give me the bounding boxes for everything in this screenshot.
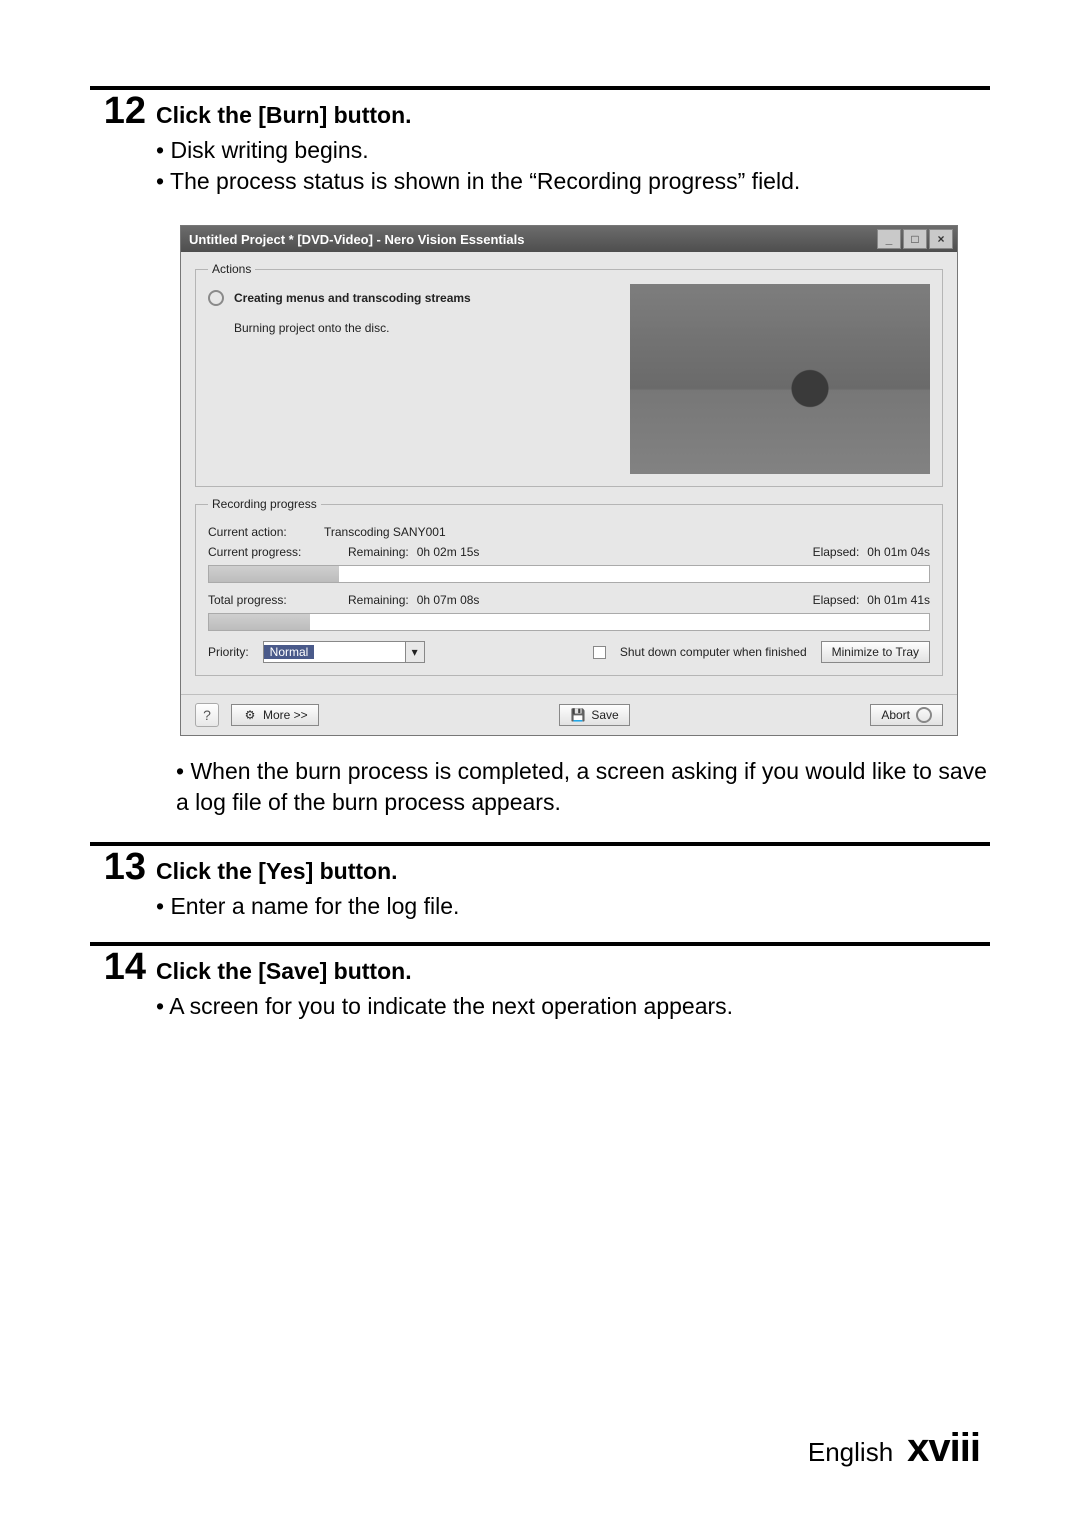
abort-button[interactable]: Abort (870, 704, 943, 726)
bullet: A screen for you to indicate the next op… (156, 991, 990, 1022)
total-progress-bar (208, 613, 930, 631)
close-icon[interactable]: × (929, 229, 953, 249)
footer-language: English (808, 1437, 893, 1468)
current-progress-bar (208, 565, 930, 583)
bullet: Enter a name for the log file. (156, 891, 990, 922)
remaining-label: Remaining: (348, 545, 409, 559)
bullet: Disk writing begins. (156, 135, 990, 166)
remaining-label: Remaining: (348, 593, 409, 607)
shutdown-label: Shut down computer when finished (620, 645, 807, 659)
maximize-icon[interactable]: □ (903, 229, 927, 249)
total-progress-label: Total progress: (208, 593, 318, 607)
minimize-icon[interactable]: _ (877, 229, 901, 249)
action-text: Burning project onto the disc. (234, 321, 389, 335)
options-icon: ⚙ (242, 707, 258, 723)
remaining-value: 0h 07m 08s (417, 593, 480, 607)
current-action-label: Current action: (208, 525, 318, 539)
remaining-value: 0h 02m 15s (417, 545, 480, 559)
elapsed-label: Elapsed: (813, 545, 860, 559)
recording-progress-legend: Recording progress (208, 497, 321, 511)
elapsed-label: Elapsed: (813, 593, 860, 607)
minimize-to-tray-button[interactable]: Minimize to Tray (821, 641, 930, 663)
disc-icon (208, 290, 224, 306)
save-button[interactable]: 💾 Save (559, 704, 629, 726)
priority-label: Priority: (208, 645, 249, 659)
footer-page-number: xviii (907, 1426, 980, 1471)
help-icon[interactable]: ? (195, 703, 219, 727)
bullet: When the burn process is completed, a sc… (176, 756, 990, 818)
shutdown-checkbox[interactable] (593, 646, 606, 659)
step-title: Click the [Burn] button. (156, 102, 990, 129)
actions-group: Actions Creating menus and transcoding s… (195, 262, 943, 487)
title-bar[interactable]: Untitled Project * [DVD-Video] - Nero Vi… (181, 226, 957, 252)
step-title: Click the [Yes] button. (156, 858, 990, 885)
step-number: 14 (90, 948, 146, 986)
window-title: Untitled Project * [DVD-Video] - Nero Vi… (189, 232, 524, 247)
floppy-icon: 💾 (570, 707, 586, 723)
recording-progress-group: Recording progress Current action: Trans… (195, 497, 943, 676)
current-progress-label: Current progress: (208, 545, 318, 559)
action-text: Creating menus and transcoding streams (234, 291, 471, 305)
video-preview (630, 284, 930, 474)
priority-combobox[interactable]: Normal ▾ (263, 641, 425, 663)
step-number: 13 (90, 848, 146, 886)
priority-value: Normal (264, 645, 315, 659)
actions-legend: Actions (208, 262, 255, 276)
step-number: 12 (90, 92, 146, 130)
bullet: The process status is shown in the “Reco… (156, 166, 990, 197)
nero-window: Untitled Project * [DVD-Video] - Nero Vi… (180, 225, 958, 736)
step-14: 14 Click the [Save] button. A screen for… (90, 948, 990, 1022)
abort-icon (916, 707, 932, 723)
page-footer: English xviii (808, 1426, 980, 1471)
more-button[interactable]: ⚙ More >> (231, 704, 319, 726)
step-title: Click the [Save] button. (156, 958, 990, 985)
step-13: 13 Click the [Yes] button. Enter a name … (90, 848, 990, 922)
current-action-value: Transcoding SANY001 (324, 525, 446, 539)
elapsed-value: 0h 01m 04s (867, 545, 930, 559)
chevron-down-icon[interactable]: ▾ (405, 642, 424, 662)
elapsed-value: 0h 01m 41s (867, 593, 930, 607)
step-12: 12 Click the [Burn] button. Disk writing… (90, 92, 990, 197)
